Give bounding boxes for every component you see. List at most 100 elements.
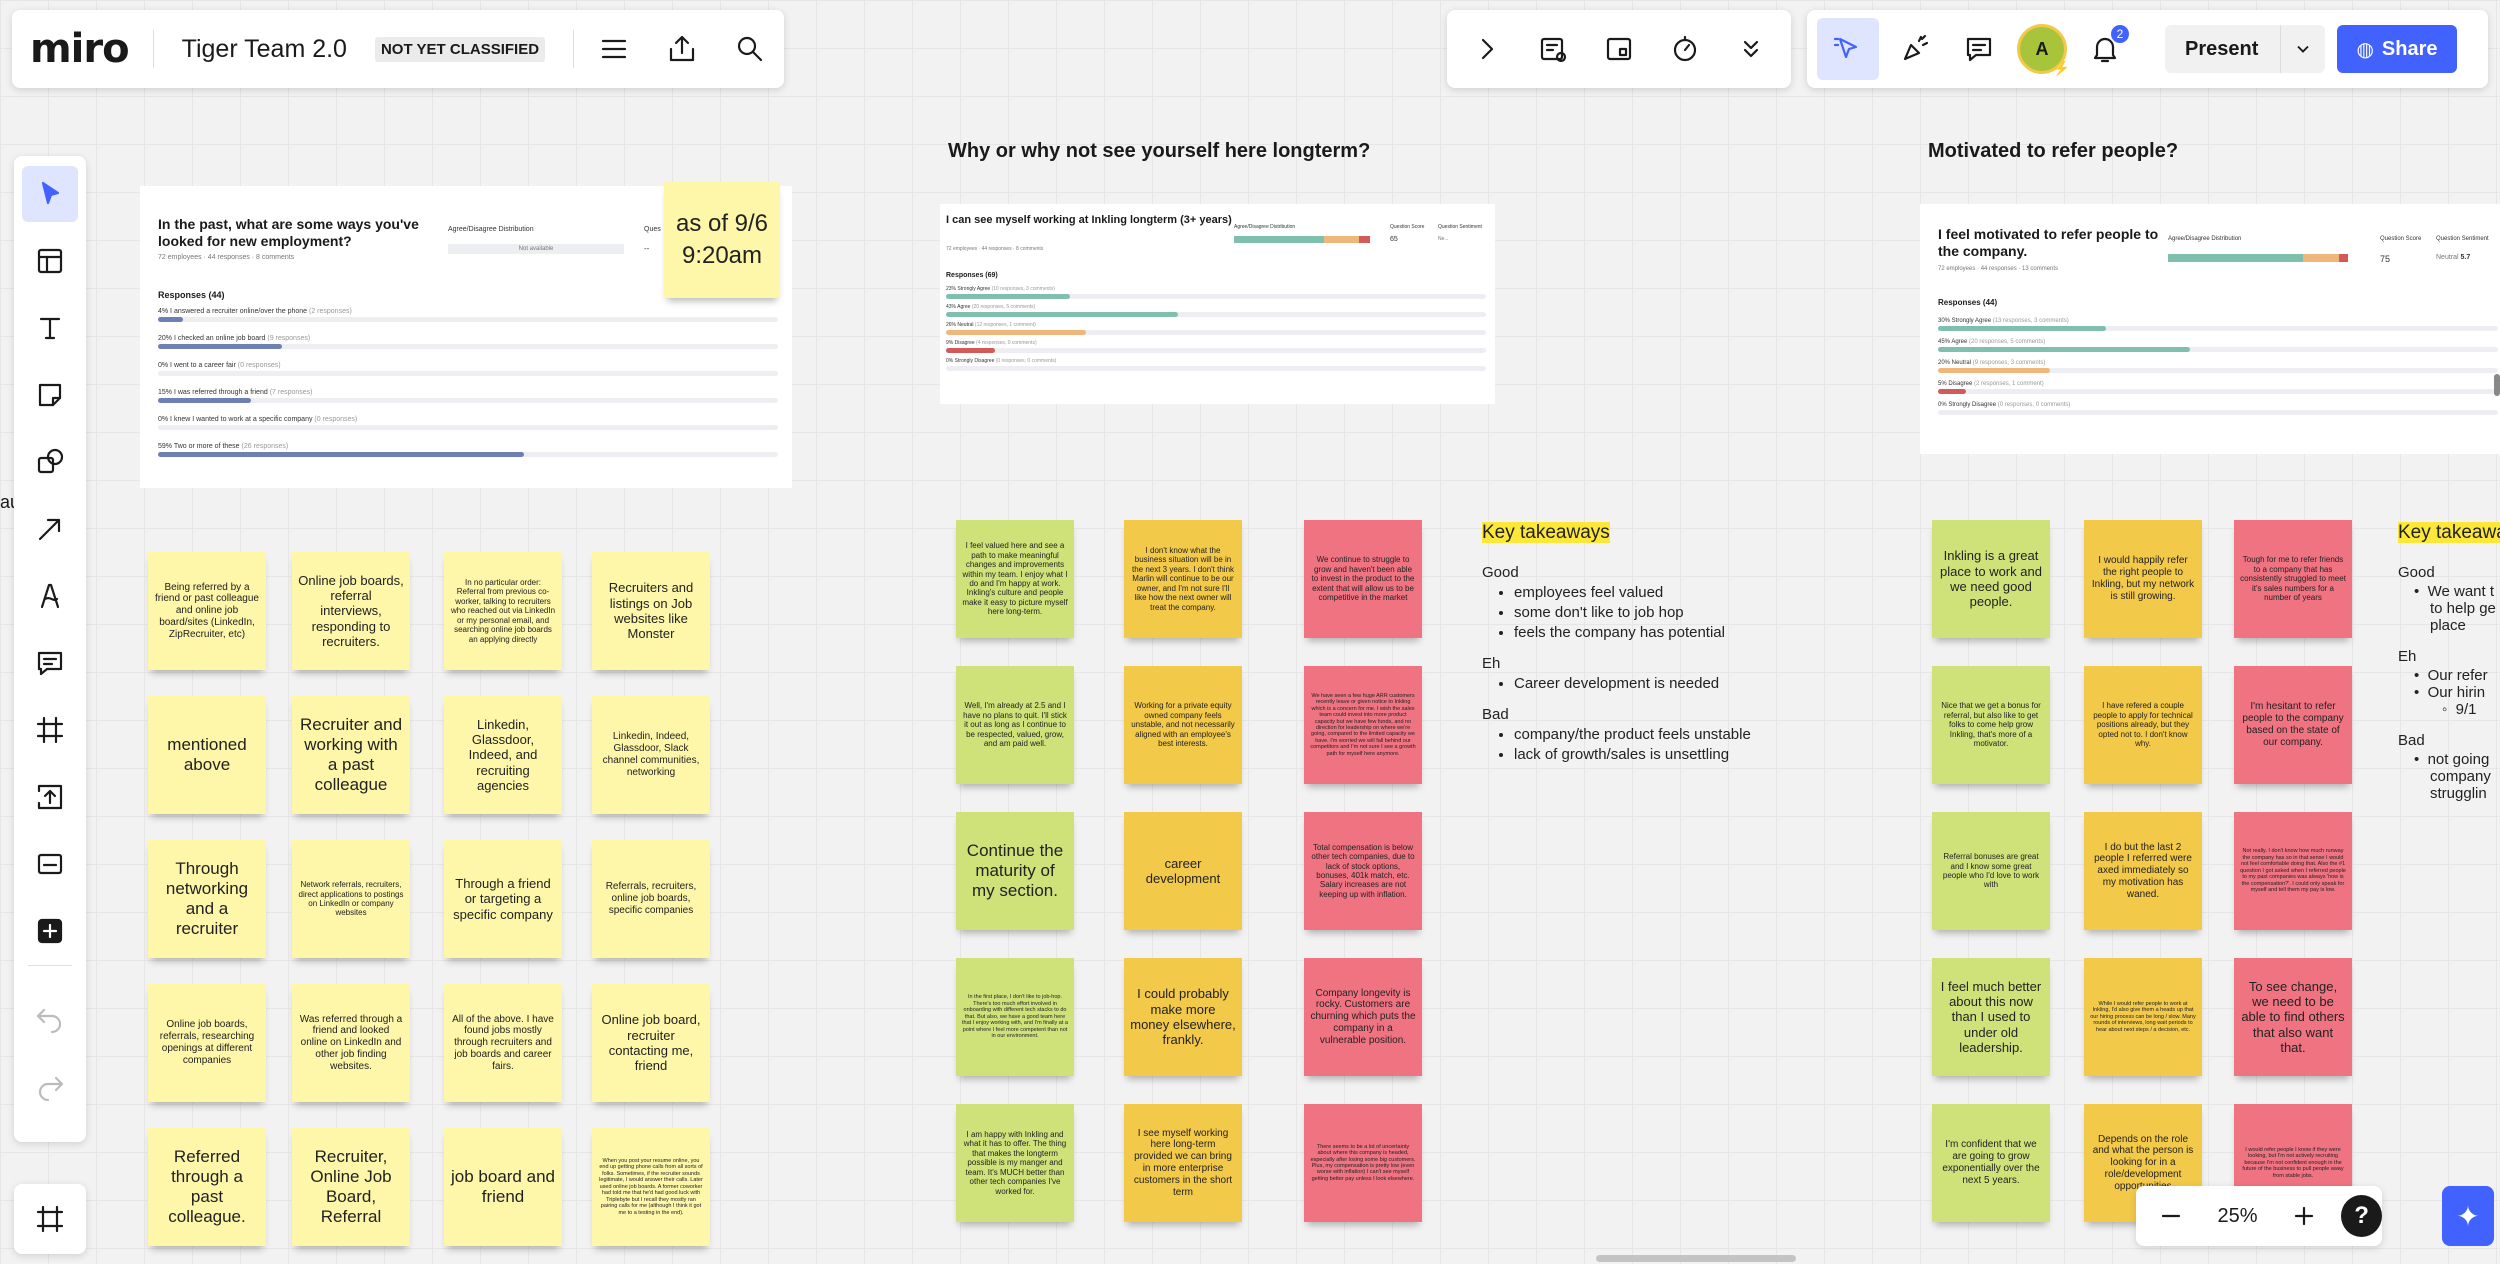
add-more-icon[interactable] xyxy=(22,903,78,959)
comment-icon[interactable] xyxy=(22,635,78,691)
sticky-note[interactable]: I'm hesitant to refer people to the comp… xyxy=(2234,666,2352,784)
timestamp-sticky-note[interactable]: as of 9/6 9:20am xyxy=(664,182,780,298)
sticky-note[interactable]: I could probably make more money elsewhe… xyxy=(1124,958,1242,1076)
horizontal-scrollbar[interactable] xyxy=(1596,1255,1796,1262)
classification-badge[interactable]: NOT YET CLASSIFIED xyxy=(374,36,546,62)
sticky-note[interactable]: Recruiter and working with a past collea… xyxy=(292,696,410,814)
sticky-note[interactable]: We continue to struggle to grow and have… xyxy=(1304,520,1422,638)
timer-icon[interactable] xyxy=(1657,21,1713,77)
response-row: 26% Neutral (12 responses, 1 comment) xyxy=(946,322,1486,335)
response-count: (13 responses, 3 comments) xyxy=(1992,318,2069,324)
sticky-note[interactable]: Referred through a past colleague. xyxy=(148,1128,266,1246)
sticky-note[interactable]: In the first place, I don't like to job-… xyxy=(956,958,1074,1076)
sticky-note[interactable]: Linkedin, Glassdoor, Indeed, and recruit… xyxy=(444,696,562,814)
sticky-note[interactable]: Inkling is a great place to work and we … xyxy=(1932,520,2050,638)
card-icon[interactable] xyxy=(22,836,78,892)
more-tools-icon[interactable] xyxy=(1723,21,1779,77)
sticky-note[interactable]: Well, I'm already at 2.5 and I have no p… xyxy=(956,666,1074,784)
miro-logo[interactable]: miro xyxy=(30,26,130,72)
ai-assist-button[interactable]: ✦ xyxy=(2442,1186,2494,1246)
sticky-note[interactable]: Nice that we get a bonus for referral, b… xyxy=(1932,666,2050,784)
sticky-note[interactable]: Referral bonuses are great and I know so… xyxy=(1932,812,2050,930)
sticky-note[interactable]: I have refered a couple people to apply … xyxy=(2084,666,2202,784)
zoom-out-icon[interactable] xyxy=(2144,1188,2199,1244)
sticky-note[interactable]: Through networking and a recruiter xyxy=(148,840,266,958)
sticky-note[interactable]: career development xyxy=(1124,812,1242,930)
frame-icon[interactable] xyxy=(22,702,78,758)
sticky-note[interactable]: mentioned above xyxy=(148,696,266,814)
reaction-icon[interactable] xyxy=(1887,21,1943,77)
sticky-note[interactable]: I would happily refer the right people t… xyxy=(2084,520,2202,638)
share-button[interactable]: ◍ Share xyxy=(2337,25,2457,73)
avatar[interactable]: A ⚡ xyxy=(2017,24,2070,76)
sticky-note[interactable]: Online job boards, referrals, researchin… xyxy=(148,984,266,1102)
sticky-note[interactable]: Not really. I don't know how much runway… xyxy=(2234,812,2352,930)
sticky-note[interactable]: Company longevity is rocky. Customers ar… xyxy=(1304,958,1422,1076)
sticky-note[interactable]: job board and friend xyxy=(444,1128,562,1246)
sticky-note[interactable]: I see myself working here long-term prov… xyxy=(1124,1104,1242,1222)
board-settings-icon[interactable] xyxy=(1525,21,1581,77)
sticky-note[interactable]: Online job boards, referral interviews, … xyxy=(292,552,410,670)
templates-icon[interactable] xyxy=(22,233,78,289)
response-bar xyxy=(946,330,1486,335)
sticky-note[interactable]: Tough for me to refer friends to a compa… xyxy=(2234,520,2352,638)
sticky-note[interactable]: Total compensation is below other tech c… xyxy=(1304,812,1422,930)
chevron-down-icon[interactable] xyxy=(2280,25,2325,73)
zoom-level[interactable]: 25% xyxy=(2199,1205,2277,1228)
redo-icon[interactable] xyxy=(22,1058,78,1114)
undo-icon[interactable] xyxy=(22,990,78,1046)
presentation-icon[interactable] xyxy=(1591,21,1647,77)
sticky-note[interactable]: I feel valued here and see a path to mak… xyxy=(956,520,1074,638)
board-canvas[interactable]: au In the past, what are some ways you'v… xyxy=(0,0,2500,1264)
sticky-note[interactable]: In no particular order: Referral from pr… xyxy=(444,552,562,670)
sticky-note[interactable]: I don't know what the business situation… xyxy=(1124,520,1242,638)
pen-icon[interactable] xyxy=(22,568,78,624)
sticky-note[interactable]: To see change, we need to be able to fin… xyxy=(2234,958,2352,1076)
sticky-note[interactable]: Was referred through a friend and looked… xyxy=(292,984,410,1102)
sticky-note[interactable]: Recruiter, Online Job Board, Referral xyxy=(292,1128,410,1246)
export-icon[interactable] xyxy=(654,21,710,77)
search-icon[interactable] xyxy=(722,21,778,77)
chat-icon[interactable] xyxy=(1951,21,2007,77)
select-cursor-icon[interactable] xyxy=(22,166,78,222)
chevron-right-icon[interactable] xyxy=(1459,21,1515,77)
sticky-note[interactable]: I am happy with Inkling and what it has … xyxy=(956,1104,1074,1222)
help-button[interactable]: ? xyxy=(2341,1195,2382,1237)
sticky-note[interactable]: Network referrals, recruiters, direct ap… xyxy=(292,840,410,958)
bell-icon[interactable]: 2 xyxy=(2077,21,2133,77)
shapes-icon[interactable] xyxy=(22,434,78,490)
sticky-note[interactable]: Recruiters and listings on Job websites … xyxy=(592,552,710,670)
sticky-note[interactable]: Being referred by a friend or past colle… xyxy=(148,552,266,670)
globe-icon: ◍ xyxy=(2356,38,2374,61)
text-icon[interactable] xyxy=(22,300,78,356)
sticky-note[interactable]: When you post your resume online, you en… xyxy=(592,1128,710,1246)
survey-card-refer[interactable]: I feel motivated to refer people to the … xyxy=(1920,204,2500,454)
present-button[interactable]: Present xyxy=(2165,25,2325,73)
sticky-note[interactable]: I do but the last 2 people I referred we… xyxy=(2084,812,2202,930)
board-title[interactable]: Tiger Team 2.0 xyxy=(182,35,347,64)
sticky-note[interactable]: There seems to be a lot of uncertainty a… xyxy=(1304,1104,1422,1222)
card-scrollbar[interactable] xyxy=(2494,374,2500,396)
sticky-note[interactable]: While I would refer people to work at In… xyxy=(2084,958,2202,1076)
menu-icon[interactable] xyxy=(586,21,642,77)
sticky-note[interactable]: I'm confident that we are going to grow … xyxy=(1932,1104,2050,1222)
sticky-note[interactable]: All of the above. I have found jobs most… xyxy=(444,984,562,1102)
frames-list-icon[interactable] xyxy=(22,1191,78,1247)
survey-card-longterm[interactable]: I can see myself working at Inkling long… xyxy=(940,204,1495,404)
sticky-note[interactable]: Linkedin, Indeed, Glassdoor, Slack chann… xyxy=(592,696,710,814)
upload-icon[interactable] xyxy=(22,769,78,825)
arrow-line-icon[interactable] xyxy=(22,501,78,557)
sticky-note[interactable]: Working for a private equity owned compa… xyxy=(1124,666,1242,784)
sticky-note[interactable]: Through a friend or targeting a specific… xyxy=(444,840,562,958)
sticky-note[interactable]: Referrals, recruiters, online job boards… xyxy=(592,840,710,958)
sticky-note[interactable]: I feel much better about this now than I… xyxy=(1932,958,2050,1076)
sticky-note[interactable]: Continue the maturity of my section. xyxy=(956,812,1074,930)
sticky-note[interactable]: We have seen a few huge ARR customers re… xyxy=(1304,666,1422,784)
sticky-note-icon[interactable] xyxy=(22,367,78,423)
response-bar xyxy=(158,398,778,403)
response-row: 0% I knew I wanted to work at a specific… xyxy=(158,416,778,430)
takeaways-eh-label: Eh xyxy=(1482,655,1501,672)
zoom-in-icon[interactable] xyxy=(2277,1188,2332,1244)
cursor-select-icon[interactable] xyxy=(1817,18,1879,80)
sticky-note[interactable]: Online job board, recruiter contacting m… xyxy=(592,984,710,1102)
